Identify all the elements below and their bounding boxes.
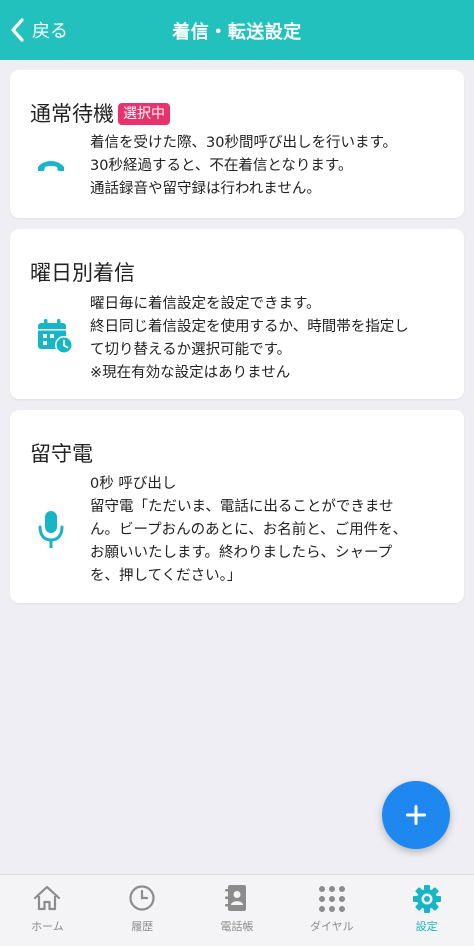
selected-badge: 選択中: [118, 103, 170, 125]
tab-history[interactable]: 履歴: [95, 875, 190, 946]
gear-icon: [412, 885, 441, 913]
description-line: 終日同じ着信設定を使用するか、時間帯を指定し: [90, 319, 409, 335]
add-button[interactable]: [382, 781, 450, 849]
card-description: 0秒 呼び出し 留守電「ただいま、電話に出ることができませ ん。ビープおんのあと…: [90, 473, 448, 588]
plus-icon: [406, 805, 426, 825]
tab-label: ホーム: [31, 920, 64, 933]
description-line: て切り替えるか選択可能です。: [90, 342, 292, 358]
description-line: ん。ビープおんのあとに、お名前と、ご用件を、: [90, 522, 408, 538]
tab-settings[interactable]: 設定: [379, 875, 474, 946]
mode-card-weekday[interactable]: 曜日別着信 曜日毎に着信設定を設定できます。 終日同じ着信設定を使用するか、時間…: [10, 229, 464, 399]
mode-card-normal[interactable]: 通常待機 選択中 着信を受けた際、30秒間呼び出しを行います。 30秒経過すると、…: [10, 70, 464, 218]
description-line: ※現在有効な設定はありません: [90, 365, 291, 381]
card-title: 通常待機: [30, 102, 114, 126]
tab-label: 設定: [415, 920, 438, 933]
description-line: 曜日毎に着信設定を設定できます。: [90, 296, 321, 312]
bottom-tab-bar: ホーム 履歴 電話帳 ダイヤル 設定: [0, 874, 474, 946]
tab-label: 履歴: [131, 920, 154, 933]
home-icon: [34, 885, 61, 911]
phone-icon: [38, 161, 64, 171]
description-line: 留守電「ただいま、電話に出ることができませ: [90, 499, 394, 515]
tab-contacts[interactable]: 電話帳: [190, 875, 285, 946]
page-title: 着信・転送設定: [172, 22, 302, 43]
clock-icon: [129, 885, 155, 911]
tab-label: 電話帳: [220, 920, 254, 933]
microphone-icon: [38, 511, 64, 548]
tab-home[interactable]: ホーム: [0, 875, 95, 946]
card-title-wrap: 通常待機 選択中: [30, 98, 170, 128]
app-header: 戻る 着信・転送設定: [0, 0, 474, 60]
card-description: 着信を受けた際、30秒間呼び出しを行います。 30秒経過すると、不在着信となりま…: [90, 132, 448, 201]
mode-card-voicemail[interactable]: 留守電 0秒 呼び出し 留守電「ただいま、電話に出ることができませ ん。ビープお…: [10, 410, 464, 603]
tab-dial[interactable]: ダイヤル: [284, 875, 379, 946]
description-line: お願いいたします。終わりましたら、シャープ: [90, 545, 393, 561]
card-title: 曜日別着信: [30, 261, 135, 285]
card-title: 留守電: [30, 442, 93, 466]
contacts-book-icon: [224, 885, 246, 911]
description-line: 30秒経過すると、不在着信となります。: [90, 158, 353, 174]
dialpad-icon: [318, 886, 345, 912]
card-description: 曜日毎に着信設定を設定できます。 終日同じ着信設定を使用するか、時間帯を指定し …: [90, 293, 448, 385]
description-line: 着信を受けた際、30秒間呼び出しを行います。: [90, 135, 397, 151]
description-line: を、押してください。」: [90, 568, 242, 584]
tab-label: ダイヤル: [309, 920, 354, 933]
description-line: 0秒 呼び出し: [90, 476, 177, 492]
description-line: 通話録音や留守録は行われません。: [90, 181, 321, 197]
calendar-clock-icon: [38, 319, 73, 354]
